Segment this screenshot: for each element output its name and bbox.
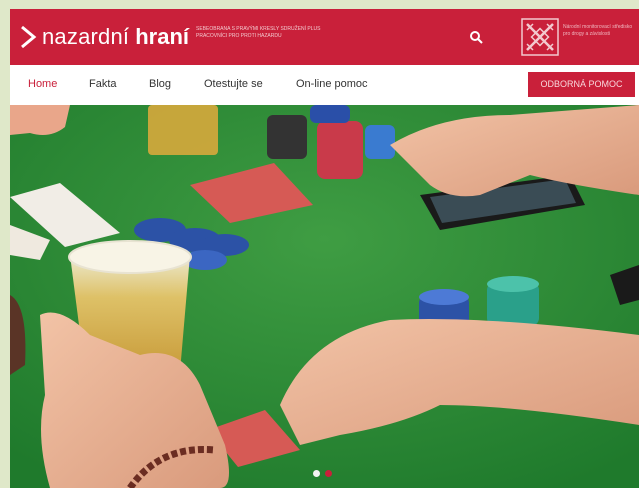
nav-item-home[interactable]: Home bbox=[28, 78, 57, 90]
nav-item-otestujte-se[interactable]: Otestujte se bbox=[204, 78, 263, 90]
site-header: nazardní hraní Sebeobrana s pravými kres… bbox=[10, 9, 639, 65]
site-tagline: Sebeobrana s pravými kresly sdružení plu… bbox=[196, 26, 321, 39]
hero-slider bbox=[10, 105, 639, 488]
logo-text-light: nazardní bbox=[42, 24, 130, 49]
slider-dot-2[interactable] bbox=[325, 470, 332, 477]
nav-item-blog[interactable]: Blog bbox=[149, 78, 171, 90]
site-logo[interactable]: nazardní hraní bbox=[18, 22, 189, 52]
nav-item-fakta[interactable]: Fakta bbox=[89, 78, 117, 90]
chevron-right-icon bbox=[21, 25, 37, 49]
hero-image bbox=[10, 105, 639, 488]
partner-name: Národní monitorovací středisko pro drogy… bbox=[563, 24, 633, 37]
slider-dot-1[interactable] bbox=[313, 470, 320, 477]
partner-logo[interactable] bbox=[521, 18, 559, 56]
slider-dots bbox=[313, 470, 332, 477]
website-frame: nazardní hraní Sebeobrana s pravými kres… bbox=[10, 9, 639, 488]
nav-item-online-pomoc[interactable]: On-line pomoc bbox=[296, 78, 368, 90]
main-navigation: Home Fakta Blog Otestujte se On-line pom… bbox=[10, 65, 639, 105]
logo-text-bold: hraní bbox=[135, 24, 190, 49]
search-icon[interactable] bbox=[468, 29, 484, 45]
odborna-pomoc-button[interactable]: Odborná pomoc bbox=[528, 72, 635, 97]
